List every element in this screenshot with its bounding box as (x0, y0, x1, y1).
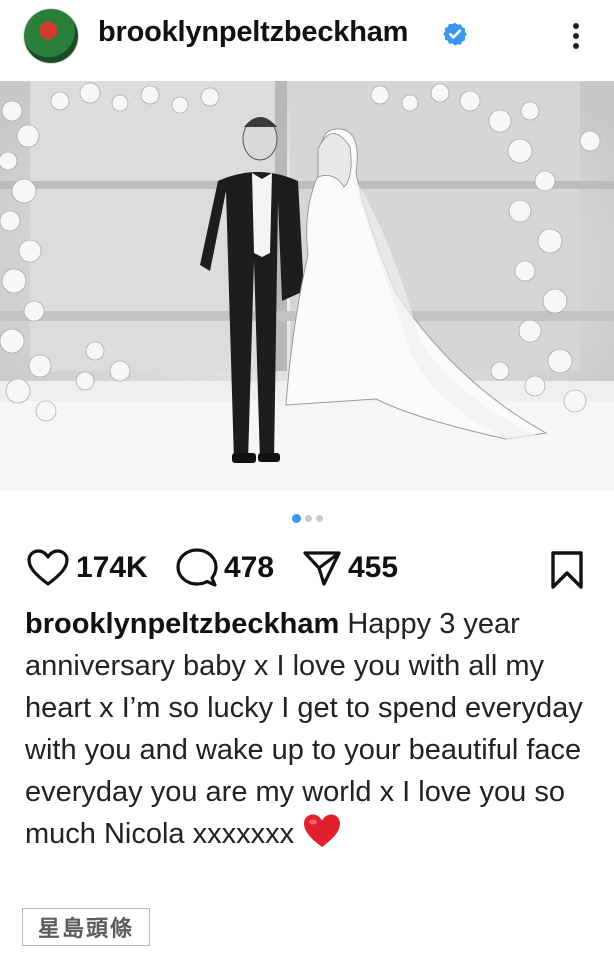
heart-icon (27, 549, 69, 586)
save-button[interactable] (550, 550, 584, 595)
red-heart-emoji-icon (304, 814, 341, 847)
more-options-icon[interactable] (566, 16, 586, 56)
carousel-dot-3[interactable] (315, 515, 323, 523)
like-button[interactable]: 174K (26, 548, 148, 588)
post-header: brooklynpeltzbeckham (0, 0, 614, 78)
send-icon (303, 551, 341, 586)
caption-username[interactable]: brooklynpeltzbeckham (25, 608, 339, 640)
comment-icon (176, 548, 218, 587)
verified-badge-icon (443, 22, 467, 46)
profile-avatar[interactable] (24, 9, 78, 63)
carousel-indicator (0, 510, 614, 524)
post-caption: brooklynpeltzbeckham Happy 3 year annive… (25, 603, 590, 855)
likes-count: 174K (76, 551, 148, 584)
carousel-dot-2[interactable] (304, 515, 312, 523)
watermark-logo: 星島頭條 (22, 908, 150, 946)
share-button[interactable]: 455 (302, 548, 398, 588)
comments-count: 478 (224, 551, 275, 584)
comment-button[interactable]: 478 (176, 548, 274, 588)
post-photo[interactable] (0, 81, 614, 491)
action-bar: 174K 478 455 (0, 540, 614, 596)
bookmark-icon (551, 551, 583, 589)
header-username[interactable]: brooklynpeltzbeckham (98, 16, 408, 49)
wedding-photo (0, 81, 614, 491)
shares-count: 455 (348, 551, 399, 584)
carousel-dot-1[interactable] (291, 514, 301, 524)
